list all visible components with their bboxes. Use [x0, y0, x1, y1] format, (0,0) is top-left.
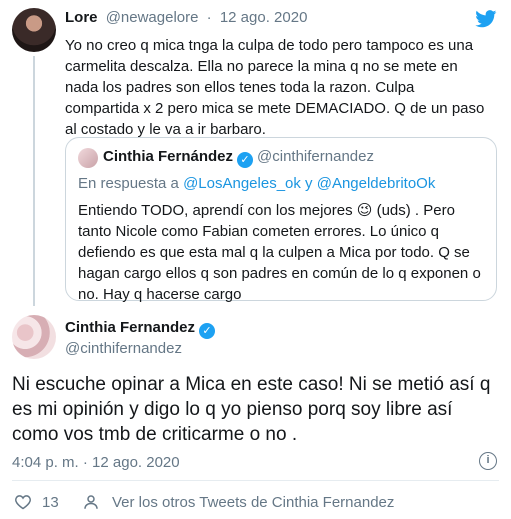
quote-text: Entiendo TODO, aprendí con los mejores 😉…	[78, 200, 488, 305]
embedded-tweet-card: Lore @newagelore · 12 ago. 2020 Yo no cr…	[0, 0, 511, 519]
quote-header: Cinthia Fernández ✓ @cinthifernandez	[103, 148, 374, 168]
divider	[12, 480, 499, 481]
reply-header: Lore @newagelore · 12 ago. 2020	[65, 9, 311, 26]
reply-author-name[interactable]: Lore	[65, 9, 98, 26]
see-more-tweets-link[interactable]: Ver los otros Tweets de Cinthia Fernande…	[112, 494, 394, 511]
info-icon[interactable]: i	[479, 452, 497, 470]
like-count[interactable]: 13	[42, 494, 59, 511]
main-author-name[interactable]: Cinthia Fernandez	[65, 319, 195, 336]
main-tweet-text: Ni escuche opinar a Mica en este caso! N…	[12, 374, 491, 445]
reply-prefix: En respuesta a	[78, 175, 179, 192]
main-author-row: Cinthia Fernandez ✓	[65, 319, 219, 339]
quote-author-handle: @cinthifernandez	[257, 148, 374, 165]
main-author-handle[interactable]: @cinthifernandez	[65, 340, 182, 357]
quote-text-before: Entiendo TODO, aprendí con los mejores	[78, 202, 353, 219]
reply-author-handle[interactable]: @newagelore	[106, 9, 199, 26]
quote-reply-context: En respuesta a @LosAngeles_ok y @Angelde…	[78, 175, 435, 192]
twitter-bird-icon[interactable]	[475, 10, 497, 28]
avatar-main-author[interactable]	[12, 315, 56, 359]
main-timestamp[interactable]: 4:04 p. m. · 12 ago. 2020	[12, 454, 180, 471]
verified-badge-icon: ✓	[199, 323, 216, 339]
wink-emoji: 😉	[356, 202, 373, 219]
verified-badge-icon: ✓	[237, 152, 254, 168]
reply-separator: ·	[206, 9, 212, 26]
reply-mentions[interactable]: @LosAngeles_ok y @AngeldebritoOk	[183, 175, 435, 192]
thread-line	[33, 56, 35, 306]
avatar-quote-author	[78, 148, 98, 168]
heart-icon[interactable]	[14, 494, 32, 510]
person-icon[interactable]	[82, 493, 100, 511]
reply-text: Yo no creo q mica tnga la culpa de todo …	[65, 37, 485, 138]
quote-author-name: Cinthia Fernández	[103, 148, 234, 165]
avatar-lore[interactable]	[12, 8, 56, 52]
reply-date[interactable]: 12 ago. 2020	[220, 9, 308, 26]
